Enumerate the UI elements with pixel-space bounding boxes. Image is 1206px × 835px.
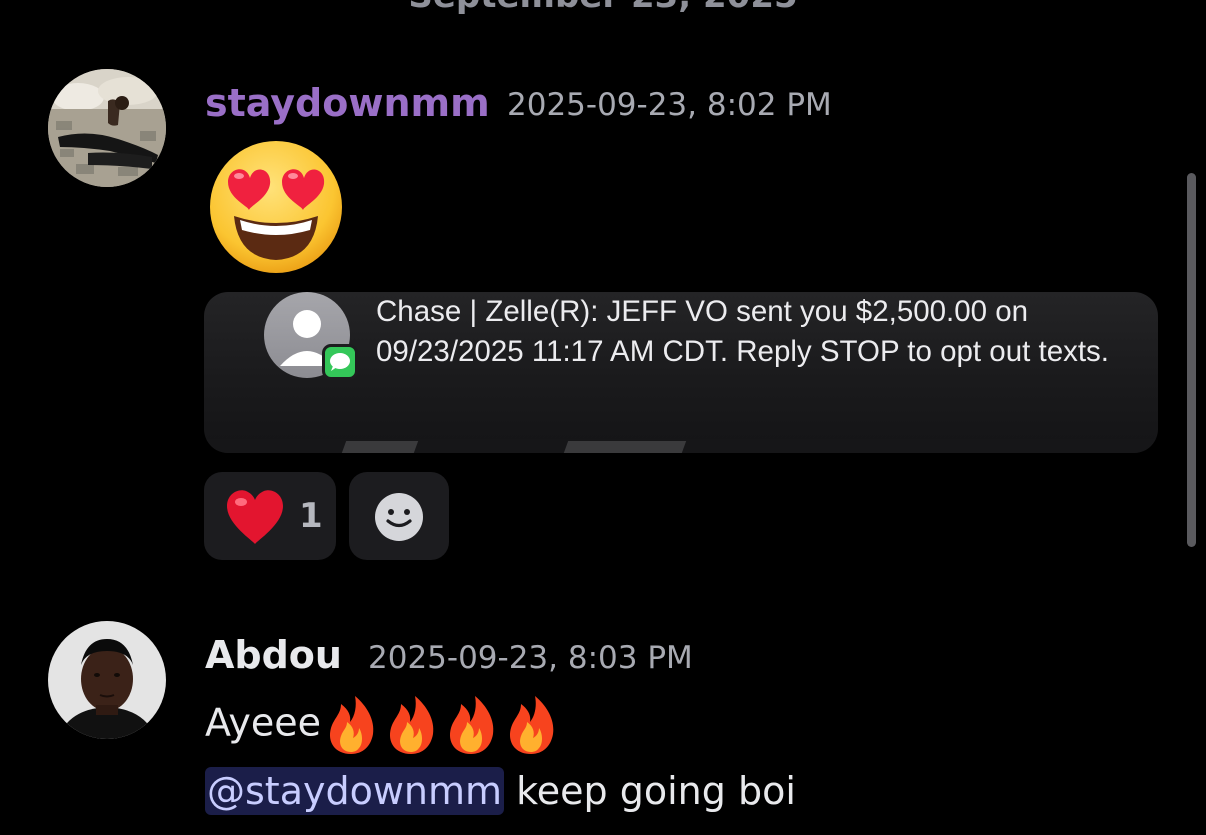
reaction-heart[interactable]: 1 (204, 472, 336, 560)
scrollbar[interactable] (1187, 173, 1196, 547)
date-divider: September 23, 2025 (0, 0, 1206, 16)
fire-emoji (450, 696, 494, 754)
sms-message-text: Chase | Zelle(R): JEFF VO sent you $2,50… (376, 295, 1110, 368)
add-reaction-button[interactable] (349, 472, 449, 560)
fire-emoji (330, 696, 374, 754)
avatar-staydownmm[interactable] (48, 69, 166, 187)
chat-view: September 23, 2025 staydownmm 2025-09-23… (0, 0, 1206, 835)
glare-streak (341, 441, 419, 453)
fire-emoji (510, 696, 554, 754)
fire-emoji (390, 696, 434, 754)
heart-eyes-emoji (206, 138, 346, 276)
message-timestamp: 2025-09-23, 8:02 PM (507, 87, 832, 123)
message-timestamp: 2025-09-23, 8:03 PM (368, 640, 693, 676)
glare-streak (563, 441, 687, 453)
red-heart-icon (227, 490, 283, 544)
message-text: Ayeee (205, 700, 322, 745)
user-mention[interactable]: @staydownmm (205, 767, 505, 815)
author-name[interactable]: staydownmm (205, 80, 490, 126)
message-line-1: Ayeee (205, 694, 565, 756)
messages-app-icon (322, 344, 358, 380)
message-line-2: @staydownmm keep going boi (205, 766, 796, 816)
add-reaction-icon (375, 493, 423, 541)
sms-screenshot-attachment[interactable]: Chase | Zelle(R): JEFF VO sent you $2,50… (204, 292, 1158, 453)
author-name[interactable]: Abdou (205, 632, 342, 678)
message-text: keep going boi (504, 769, 796, 813)
avatar-abdou[interactable] (48, 621, 166, 739)
fire-emoji-row (325, 694, 565, 756)
reaction-count: 1 (299, 496, 323, 536)
